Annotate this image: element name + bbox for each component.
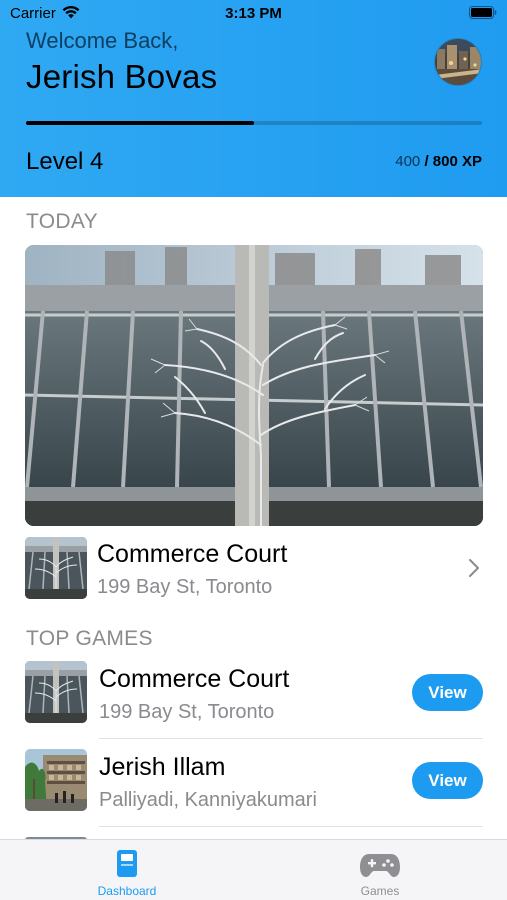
gamepad-icon bbox=[360, 854, 400, 877]
featured-image[interactable] bbox=[25, 245, 483, 526]
game-address: Palliyadi, Kanniyakumari bbox=[99, 789, 317, 811]
xp-progress-fill bbox=[26, 121, 254, 125]
today-section-title: TODAY bbox=[26, 210, 98, 233]
xp-total: / 800 XP bbox=[424, 153, 482, 170]
tab-dashboard-label: Dashboard bbox=[97, 884, 157, 898]
xp-label: 400 / 800 XP bbox=[395, 153, 482, 170]
game-title: Commerce Court bbox=[99, 665, 290, 693]
avatar[interactable] bbox=[434, 38, 482, 86]
game-address: 199 Bay St, Toronto bbox=[99, 701, 275, 723]
avatar-image bbox=[435, 39, 481, 85]
user-name: Jerish Bovas bbox=[26, 58, 218, 95]
game-thumbnail bbox=[25, 749, 87, 811]
game-thumbnail bbox=[25, 661, 87, 723]
tab-games-label: Games bbox=[360, 884, 400, 898]
top-games-section-title: TOP GAMES bbox=[26, 627, 153, 650]
status-time: 3:13 PM bbox=[225, 5, 282, 22]
chevron-right-icon[interactable] bbox=[468, 558, 480, 578]
level-label: Level 4 bbox=[26, 148, 104, 175]
featured-building-photo bbox=[25, 245, 483, 526]
tab-games[interactable]: Games bbox=[310, 840, 450, 900]
status-bar: Carrier 3:13 PM bbox=[0, 0, 507, 28]
game-title: Jerish Illam bbox=[99, 753, 226, 781]
book-icon bbox=[117, 850, 137, 877]
xp-current: 400 bbox=[395, 153, 421, 170]
featured-address: 199 Bay St, Toronto bbox=[97, 576, 273, 598]
view-button[interactable]: View bbox=[412, 674, 483, 711]
xp-progress-bar bbox=[26, 121, 482, 125]
battery-icon bbox=[469, 6, 497, 19]
profile-header: Carrier 3:13 PM Welcome Back, Jerish Bov… bbox=[0, 0, 507, 197]
separator bbox=[99, 826, 483, 827]
featured-title[interactable]: Commerce Court bbox=[97, 540, 287, 569]
separator bbox=[99, 738, 483, 739]
tab-dashboard[interactable]: Dashboard bbox=[57, 840, 197, 900]
tab-bar: Dashboard Games bbox=[0, 839, 507, 900]
welcome-text: Welcome Back, bbox=[26, 28, 179, 53]
featured-thumbnail bbox=[25, 537, 87, 599]
view-button[interactable]: View bbox=[412, 762, 483, 799]
